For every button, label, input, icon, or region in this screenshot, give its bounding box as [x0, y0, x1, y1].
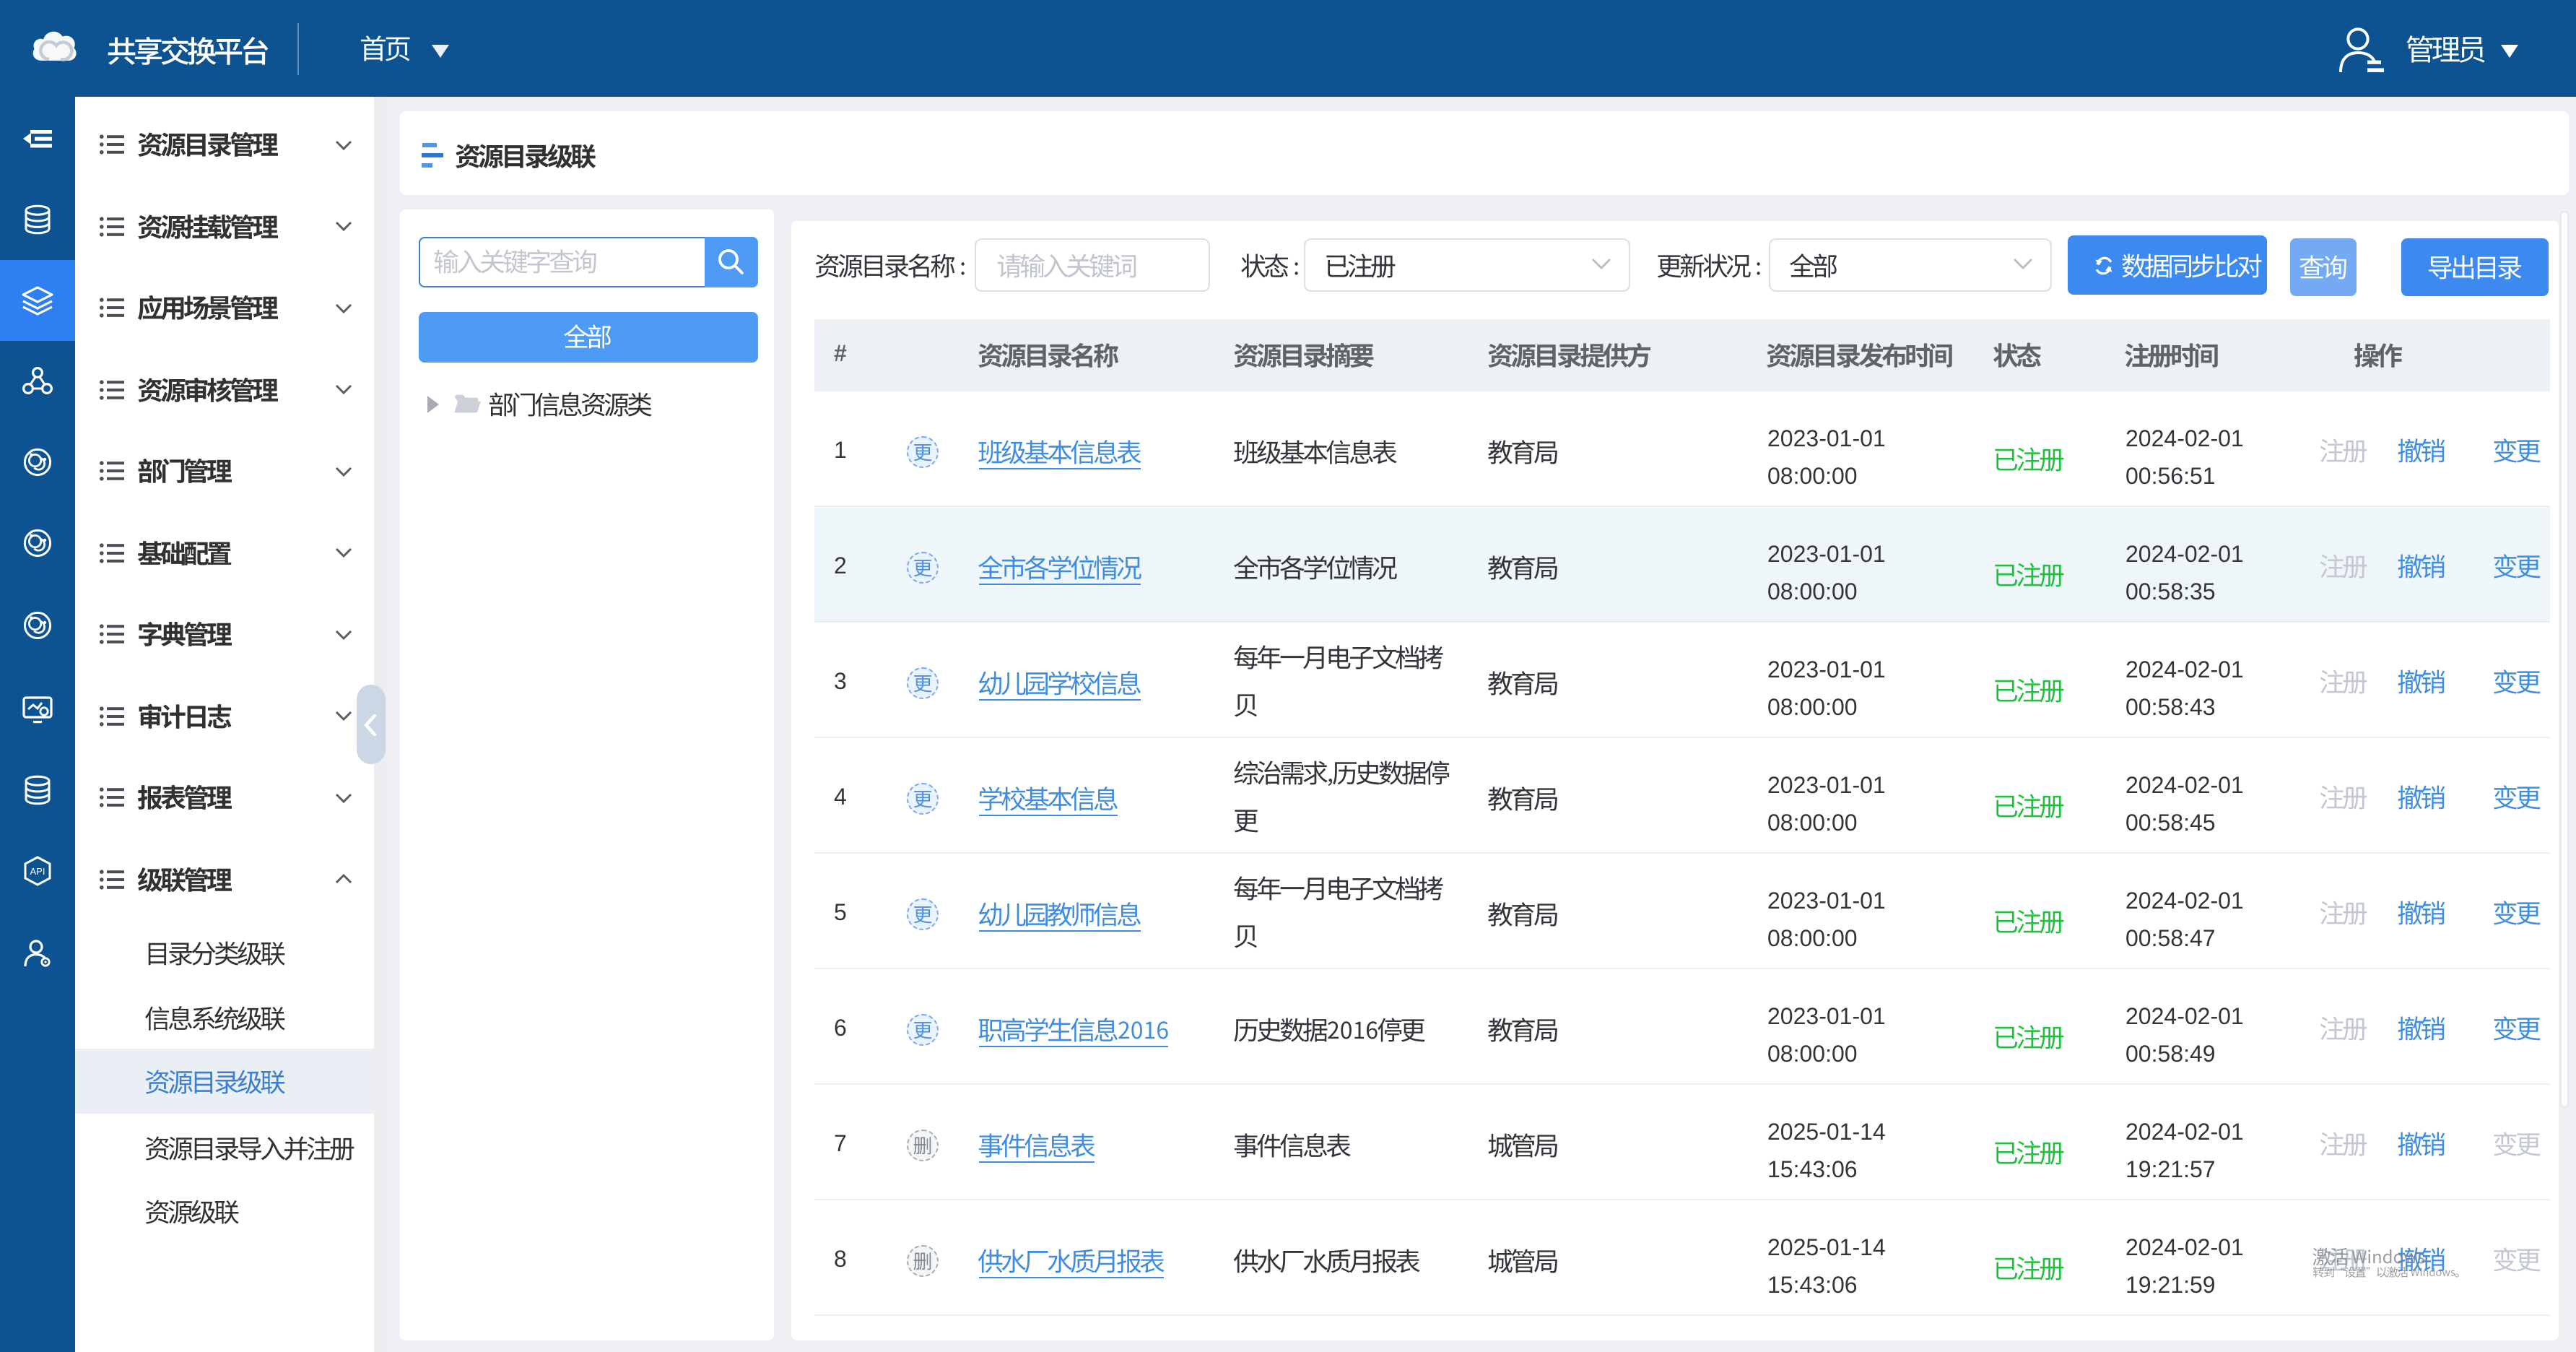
- svg-text:API: API: [30, 866, 45, 877]
